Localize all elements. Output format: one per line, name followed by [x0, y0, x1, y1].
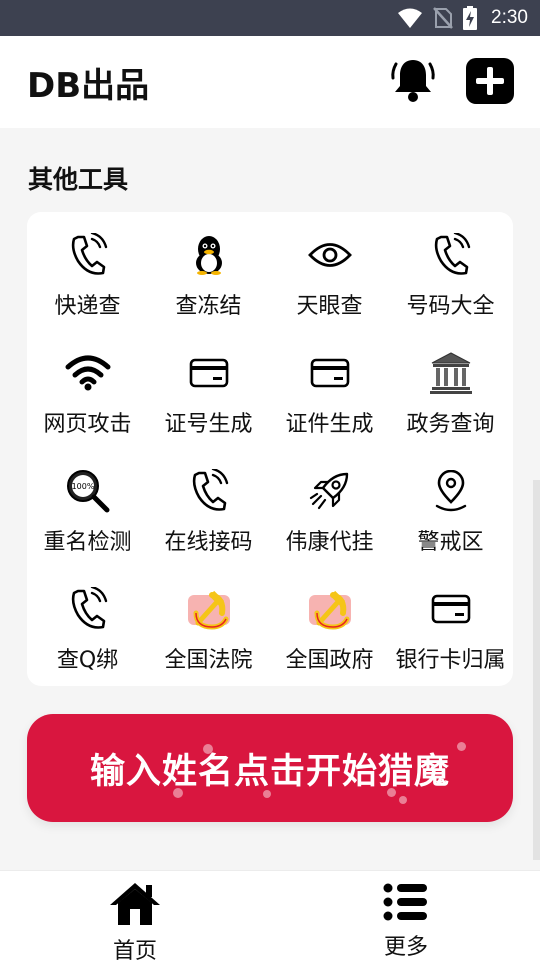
tool-national-government[interactable]: 全国政府	[269, 566, 390, 684]
scrollbar[interactable]	[533, 480, 540, 860]
tool-id-number-gen[interactable]: 证号生成	[148, 330, 269, 448]
nav-home-label: 首页	[112, 939, 157, 960]
sparkle-decoration	[457, 742, 466, 751]
tool-label: 证件生成	[285, 412, 374, 437]
sparkle-decoration	[399, 796, 407, 804]
magnifier-icon: 100%	[66, 470, 109, 513]
plus-icon	[476, 67, 504, 95]
tool-q-binding[interactable]: 查Q绑	[27, 566, 148, 684]
clock: 2:30	[491, 7, 528, 28]
tool-certificate-gen[interactable]: 证件生成	[269, 330, 390, 448]
app-header: DB出品	[0, 36, 540, 128]
penguin-icon	[195, 236, 222, 275]
start-hunt-label: 输入姓名点击开始猎魔	[89, 751, 450, 792]
tool-label: 警戒区	[417, 530, 484, 555]
nav-more-label: 更多	[383, 935, 428, 960]
phone-call-icon	[434, 233, 470, 275]
tools-grid: 快递查 查冻结 天眼查 号码大全 网页攻击 证号生成 证件生成 政务查询 100…	[27, 212, 513, 686]
tool-label: 全国政府	[285, 648, 374, 673]
card-icon	[431, 594, 470, 624]
tool-duplicate-name[interactable]: 100% 重名检测	[27, 448, 148, 566]
tool-freeze-query[interactable]: 查冻结	[148, 212, 269, 330]
notification-bell-icon[interactable]	[390, 56, 436, 104]
hammer-sickle-icon	[308, 590, 351, 630]
tool-label: 在线接码	[164, 530, 253, 555]
nav-home[interactable]: 首页	[75, 871, 195, 960]
tool-weikang-hosting[interactable]: 伟康代挂	[269, 448, 390, 566]
tool-label: 证号生成	[164, 412, 253, 437]
phone-call-icon	[71, 233, 107, 275]
tool-label: 银行卡归属	[395, 648, 506, 673]
tool-label: 网页攻击	[43, 412, 132, 437]
sparkle-decoration	[173, 788, 183, 798]
rocket-icon	[309, 472, 348, 510]
tool-label: 伟康代挂	[285, 530, 374, 555]
status-bar: 2:30	[0, 0, 540, 36]
tool-label: 查冻结	[175, 294, 242, 319]
sparkle-decoration	[387, 788, 396, 797]
list-icon	[383, 883, 427, 921]
wifi-signal-icon	[398, 8, 423, 28]
battery-charging-icon	[463, 6, 478, 30]
tool-label: 全国法院	[164, 648, 253, 673]
tool-label: 重名检测	[43, 530, 132, 555]
tool-tianyan-query[interactable]: 天眼查	[269, 212, 390, 330]
tool-label: 查Q绑	[56, 648, 119, 673]
magnifier-badge: 100%	[71, 482, 94, 491]
phone-call-icon	[192, 469, 228, 511]
tool-online-sms[interactable]: 在线接码	[148, 448, 269, 566]
wifi-icon	[65, 355, 110, 391]
phone-call-icon	[71, 587, 107, 629]
hammer-sickle-icon	[187, 590, 230, 630]
eye-icon	[307, 243, 352, 267]
tool-label: 天眼查	[296, 294, 363, 319]
start-hunt-button[interactable]: 输入姓名点击开始猎魔	[27, 714, 513, 822]
tool-national-courts[interactable]: 全国法院	[148, 566, 269, 684]
sparkle-decoration	[203, 744, 213, 754]
tool-web-attack[interactable]: 网页攻击	[27, 330, 148, 448]
home-icon	[110, 883, 160, 925]
government-building-icon	[429, 352, 472, 394]
tool-number-directory[interactable]: 号码大全	[390, 212, 511, 330]
sparkle-decoration	[263, 790, 271, 798]
tool-government-query[interactable]: 政务查询	[390, 330, 511, 448]
no-sim-icon	[433, 7, 453, 29]
app-title: DB出品	[27, 66, 150, 106]
add-button[interactable]	[466, 58, 514, 104]
section-title: 其他工具	[28, 165, 129, 194]
tool-label: 快递查	[54, 294, 121, 319]
card-icon	[189, 358, 228, 388]
nav-more[interactable]: 更多	[346, 871, 466, 960]
card-icon	[310, 358, 349, 388]
location-pin-icon	[435, 470, 466, 512]
tool-label: 号码大全	[406, 294, 495, 319]
tool-label: 政务查询	[406, 412, 495, 437]
tool-express-query[interactable]: 快递查	[27, 212, 148, 330]
tool-bank-card-lookup[interactable]: 银行卡归属	[390, 566, 511, 684]
tool-alert-zone[interactable]: 警戒区	[390, 448, 511, 566]
bottom-navigation: 首页 更多	[0, 870, 540, 960]
